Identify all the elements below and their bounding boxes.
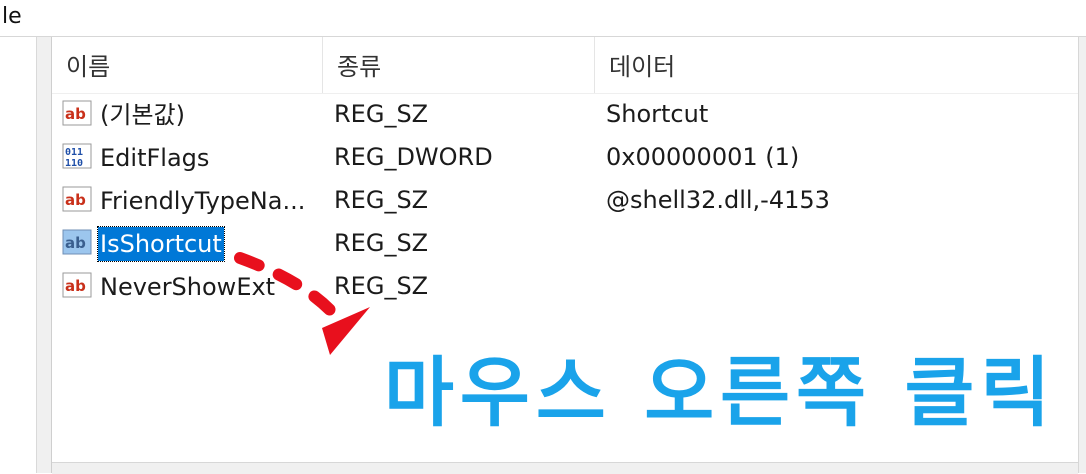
column-header-type[interactable]: 종류 [322, 37, 594, 93]
value-name: FriendlyTypeNa... [100, 187, 306, 215]
value-name: IsShortcut [97, 226, 225, 262]
value-name: NeverShowExt [100, 273, 276, 301]
vertical-scrollbar[interactable] [1078, 37, 1086, 473]
string-value-icon: ab [62, 98, 92, 128]
value-name: (기본값) [100, 101, 185, 129]
value-type: REG_DWORD [334, 143, 493, 171]
string-value-icon: ab [62, 227, 92, 257]
column-header-name[interactable]: 이름 [52, 37, 322, 93]
value-name: EditFlags [100, 144, 210, 172]
value-type: REG_SZ [334, 100, 429, 128]
registry-editor-window: le 이름 종류 데이터 ab (기본값) REG_SZ Shortcut 01… [0, 0, 1086, 474]
value-name-cell: ab FriendlyTypeNa... [62, 179, 307, 222]
column-header-name-label: 이름 [66, 53, 111, 81]
annotation-caption: 마우스 오른쪽 클릭 [384, 348, 1057, 437]
value-row[interactable]: 011 110 EditFlags REG_DWORD 0x00000001 (… [52, 136, 1078, 179]
value-name-cell: 011 110 EditFlags [62, 136, 211, 179]
svg-text:011: 011 [65, 147, 83, 158]
value-data: 0x00000001 (1) [606, 143, 800, 171]
svg-text:ab: ab [65, 191, 86, 209]
string-value-icon: ab [62, 270, 92, 300]
value-type: REG_SZ [334, 229, 429, 257]
value-type: REG_SZ [334, 272, 429, 300]
column-header-type-label: 종류 [337, 53, 382, 81]
column-header-data[interactable]: 데이터 [594, 37, 1078, 93]
svg-text:ab: ab [65, 105, 86, 123]
svg-text:ab: ab [65, 234, 86, 252]
pane-splitter[interactable] [37, 37, 52, 473]
binary-value-icon: 011 110 [62, 141, 92, 171]
value-type: REG_SZ [334, 186, 429, 214]
value-name-cell: ab NeverShowExt [62, 265, 277, 308]
svg-text:110: 110 [65, 158, 83, 169]
value-row[interactable]: ab NeverShowExt REG_SZ [52, 265, 1078, 308]
value-data: @shell32.dll,-4153 [606, 186, 830, 214]
column-header-row: 이름 종류 데이터 [52, 37, 1078, 94]
column-header-data-label: 데이터 [609, 53, 676, 81]
key-tree-pane[interactable] [0, 37, 37, 473]
horizontal-scrollbar[interactable] [52, 462, 1078, 474]
string-value-icon: ab [62, 184, 92, 214]
value-row[interactable]: ab (기본값) REG_SZ Shortcut [52, 93, 1078, 136]
value-data: Shortcut [606, 100, 709, 128]
value-name-cell: ab IsShortcut [62, 222, 225, 265]
value-row[interactable]: ab FriendlyTypeNa... REG_SZ @shell32.dll… [52, 179, 1078, 222]
value-name-cell: ab (기본값) [62, 93, 187, 136]
value-row-selected[interactable]: ab IsShortcut REG_SZ [52, 222, 1078, 265]
address-bar-text: le [2, 4, 22, 29]
svg-text:ab: ab [65, 277, 86, 295]
address-bar[interactable]: le [0, 0, 1086, 37]
